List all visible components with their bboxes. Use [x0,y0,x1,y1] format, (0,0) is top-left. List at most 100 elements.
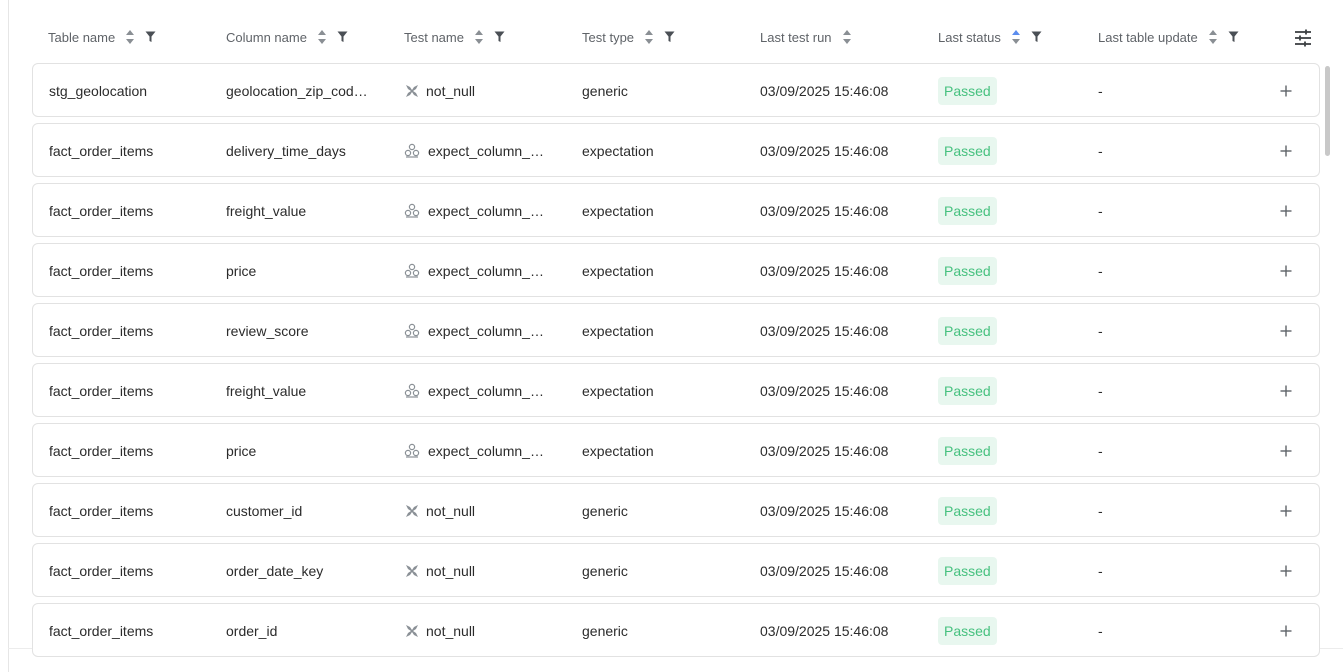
column-header-last-status[interactable]: Last status [938,27,1042,47]
test-name-label: expect_column_… [428,383,544,399]
filter-icon[interactable] [145,31,156,43]
column-name-cell: price [226,443,257,459]
status-cell: Passed [938,424,997,478]
table-name-cell: stg_geolocation [49,83,148,99]
column-header-test-name[interactable]: Test name [404,27,505,47]
test-type-cell: expectation [582,143,654,159]
great-expectations-icon [404,383,420,399]
expand-row-plus-icon[interactable] [1280,604,1292,658]
table-name-cell: fact_order_items [49,203,154,219]
column-header-table-name[interactable]: Table name [48,27,156,47]
column-header-test-type[interactable]: Test type [582,27,675,47]
test-name-label: not_null [426,623,476,639]
last-table-update-cell: - [1098,623,1103,639]
status-badge: Passed [938,197,997,225]
table-row[interactable]: fact_order_items price expect_column_… expe… [32,423,1320,477]
table-name-cell: fact_order_items [49,443,154,459]
column-header-label: Last status [938,29,1001,45]
test-type-cell: expectation [582,383,654,399]
test-type-cell: generic [582,623,628,639]
last-test-run-cell: 03/09/2025 15:46:08 [760,203,889,219]
sort-icon[interactable] [125,29,135,45]
last-test-run-cell: 03/09/2025 15:46:08 [760,263,889,279]
table-name-cell: fact_order_items [49,623,154,639]
test-type-cell: generic [582,503,628,519]
status-badge: Passed [938,497,997,525]
last-table-update-cell: - [1098,503,1103,519]
dbt-generic-test-icon [404,623,420,639]
last-table-update-cell: - [1098,263,1103,279]
test-type-cell: expectation [582,263,654,279]
last-test-run-cell: 03/09/2025 15:46:08 [760,503,889,519]
status-cell: Passed [938,304,997,358]
test-name-cell: expect_column_… [404,244,544,298]
table-row[interactable]: stg_geolocation geolocation_zip_cod… not_n… [32,63,1320,117]
test-name-cell: expect_column_… [404,304,544,358]
table-row[interactable]: fact_order_items price expect_column_… expe… [32,243,1320,297]
sort-icon[interactable] [317,29,327,45]
column-settings-icon[interactable] [1293,28,1313,48]
column-header-label: Test name [404,29,464,45]
expand-row-plus-icon[interactable] [1280,244,1292,298]
column-header-label: Last table update [1098,29,1198,45]
great-expectations-icon [404,203,420,219]
expand-row-plus-icon[interactable] [1280,484,1292,538]
table-name-cell: fact_order_items [49,263,154,279]
expand-row-plus-icon[interactable] [1280,64,1292,118]
column-name-cell: geolocation_zip_cod… [226,83,368,99]
sort-icon[interactable] [1011,29,1021,45]
column-name-cell: delivery_time_days [226,143,346,159]
filter-icon[interactable] [337,31,348,43]
column-name-cell: order_date_key [226,563,324,579]
column-header-label: Column name [226,29,307,45]
sort-icon[interactable] [644,29,654,45]
great-expectations-icon [404,323,420,339]
test-name-label: expect_column_… [428,443,544,459]
filter-icon[interactable] [664,31,675,43]
test-type-cell: expectation [582,443,654,459]
table-row[interactable]: fact_order_items customer_id not_null gener… [32,483,1320,537]
table-header: Table name Column name Test name Test type L… [0,0,1343,64]
last-table-update-cell: - [1098,203,1103,219]
great-expectations-icon [404,263,420,279]
test-name-cell: not_null [404,544,475,598]
table-row[interactable]: fact_order_items order_date_key not_null ge… [32,543,1320,597]
table-row[interactable]: fact_order_items review_score expect_colum… [32,303,1320,357]
status-badge: Passed [938,377,997,405]
vertical-scrollbar[interactable] [1325,66,1330,156]
last-test-run-cell: 03/09/2025 15:46:08 [760,383,889,399]
filter-icon[interactable] [1031,31,1042,43]
expand-row-plus-icon[interactable] [1280,364,1292,418]
table-row[interactable]: fact_order_items freight_value expect_colu… [32,183,1320,237]
sort-icon[interactable] [842,29,852,45]
sort-icon[interactable] [474,29,484,45]
filter-icon[interactable] [494,31,505,43]
sort-icon[interactable] [1208,29,1218,45]
status-badge: Passed [938,437,997,465]
filter-icon[interactable] [1228,31,1239,43]
table-name-cell: fact_order_items [49,563,154,579]
last-table-update-cell: - [1098,143,1103,159]
test-name-label: expect_column_… [428,263,544,279]
expand-row-plus-icon[interactable] [1280,424,1292,478]
last-test-run-cell: 03/09/2025 15:46:08 [760,443,889,459]
status-badge: Passed [938,317,997,345]
expand-row-plus-icon[interactable] [1280,544,1292,598]
status-cell: Passed [938,364,997,418]
expand-row-plus-icon[interactable] [1280,124,1292,178]
expand-row-plus-icon[interactable] [1280,184,1292,238]
test-name-cell: expect_column_… [404,364,544,418]
status-badge: Passed [938,77,997,105]
column-header-last-test-run[interactable]: Last test run [760,27,862,47]
column-header-column-name[interactable]: Column name [226,27,348,47]
last-table-update-cell: - [1098,383,1103,399]
status-badge: Passed [938,557,997,585]
column-header-last-table-update[interactable]: Last table update [1098,27,1239,47]
test-name-cell: not_null [404,64,475,118]
expand-row-plus-icon[interactable] [1280,304,1292,358]
test-type-cell: expectation [582,323,654,339]
test-name-cell: not_null [404,604,475,658]
table-row[interactable]: fact_order_items order_id not_null generic 0… [32,603,1320,657]
table-row[interactable]: fact_order_items freight_value expect_colu… [32,363,1320,417]
table-row[interactable]: fact_order_items delivery_time_days expect… [32,123,1320,177]
